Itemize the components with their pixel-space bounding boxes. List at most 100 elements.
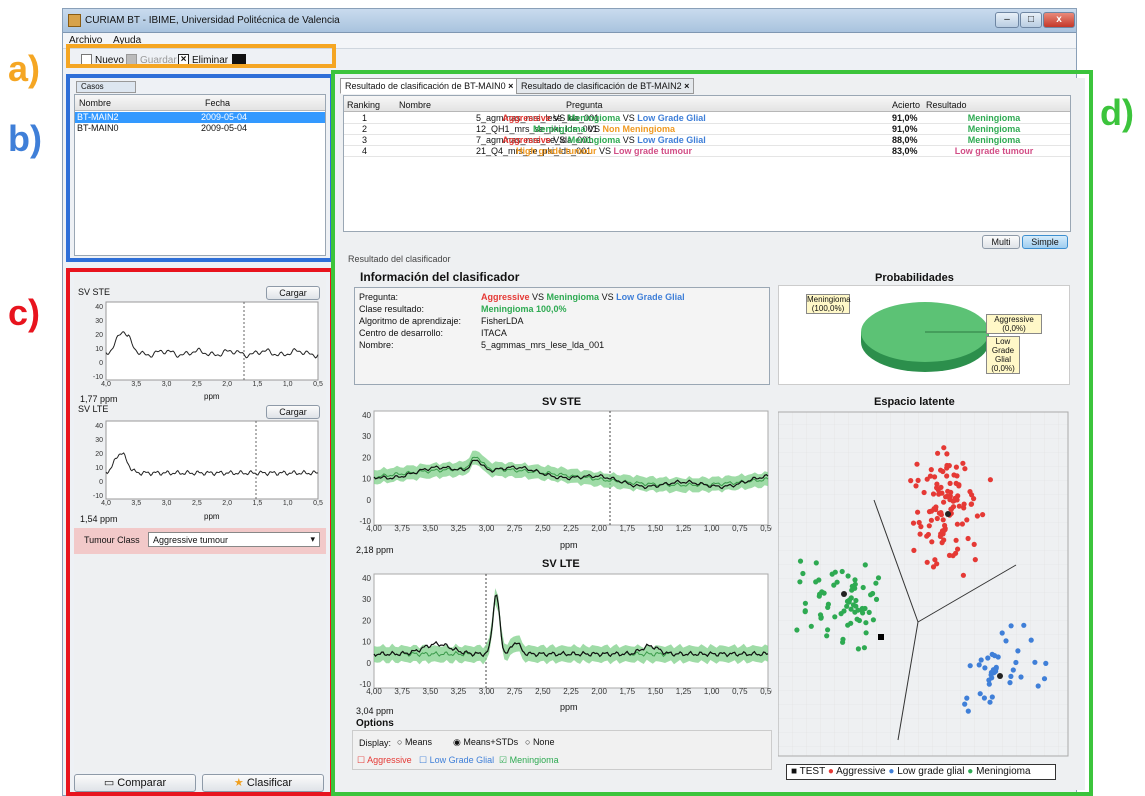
y-tick-label: 0 [99,360,103,367]
radio-means[interactable]: ○ Means [397,737,432,747]
question-part: Low grade tumour [613,146,693,156]
question-part: Meningioma [567,113,621,123]
meningioma-point [824,633,830,639]
aggressive-point [950,553,956,559]
legend-aggressive-icon: ● [827,766,834,777]
lgg-point [1028,637,1034,643]
x-tick-label: 2,5 [192,381,202,388]
tumour-class-select[interactable]: Aggressive tumour ▾ [148,532,320,547]
question-cell: Aggressive VS Meningioma VS Low Grade Gl… [344,135,864,145]
aggressive-point [928,517,934,523]
meningioma-point [862,562,868,568]
aggressive-point [941,499,947,505]
lgg-point [1041,676,1048,682]
aggressive-point [930,491,937,497]
table-row[interactable]: 3 7_agmmas_mrs_se_lda_001 88,0% Aggressive … [344,135,1070,146]
multi-button[interactable]: Multi [982,235,1020,249]
radio-none[interactable]: ○ None [525,737,554,747]
aggressive-point [955,546,961,552]
lgg-point [985,655,991,661]
close-tab-icon[interactable]: × [684,81,689,91]
compare-button[interactable]: ▭ Comparar [74,774,196,792]
tab-result-main2[interactable]: Resultado de clasificación de BT-MAIN2 × [516,78,695,94]
minimize-button[interactable]: – [995,12,1019,28]
close-tab-icon[interactable]: × [508,81,513,91]
simple-button[interactable]: Simple [1022,235,1068,249]
latent-title: Espacio latente [874,396,955,408]
aggressive-point [942,522,948,529]
x-tick-label: 1,25 [676,524,692,533]
latent-space-chart [778,411,1069,757]
ste-title: SV STE [78,287,111,297]
close-button[interactable]: x [1043,12,1075,28]
lgg-point [967,663,973,669]
question-part: Aggressive [502,135,551,145]
aggressive-point [941,445,947,451]
classify-button[interactable]: ★ Clasificar [202,774,324,792]
y-tick-label: 10 [95,346,103,353]
ste-xunit: ppm [204,392,220,401]
table-row[interactable]: BT-MAIN0 2009-05-04 [75,123,325,134]
compare-icon: ▭ [103,777,118,789]
y-tick-label: 30 [362,432,371,441]
aggressive-point [971,496,977,502]
aggressive-point [938,510,944,516]
question-part: Meningioma [567,135,621,145]
result-cell: Low grade tumour [954,146,1034,156]
lgg-point [1015,648,1021,654]
result-cell: Meningioma [967,124,1021,134]
y-tick-label: 20 [95,451,103,458]
tab-result-main0[interactable]: Resultado de clasificación de BT-MAIN0 × [340,78,519,94]
meningioma-point [825,601,831,607]
table-row[interactable]: 4 21_Q4_mrs_se_pki_lda_001 83,0% High grade… [344,146,1070,157]
label-d: d) [1100,92,1134,133]
y-tick-label: 40 [362,574,371,583]
meningioma-point [863,630,869,636]
col-fecha[interactable]: Fecha [205,98,230,108]
y-tick-label: -10 [359,517,371,526]
lgg-point [987,699,993,705]
col-acierto[interactable]: Acierto [892,100,920,110]
col-resultado[interactable]: Resultado [926,100,967,110]
check-aggressive[interactable]: ☐ Aggressive [357,755,412,766]
maximize-button[interactable]: □ [1020,12,1042,28]
meningioma-point [839,568,845,575]
center-label: Centro de desarrollo: [359,328,444,338]
meningioma-point [808,623,814,629]
col-nombre[interactable]: Nombre [79,98,111,108]
pie-chart [861,302,989,372]
test-point [878,634,884,640]
title-bar: CURIAM BT - IBIME, Universidad Politécni… [63,9,1076,33]
table-row[interactable]: 1 5_agmmas_mrs_lese_lda_001 91,0% Aggressiv… [344,113,1070,124]
small-lte-chart: 4,0 3,5 3,0 2,5 2,0 1,5 1,0 0,5 40 30 20 10 0 -10 [93,420,323,507]
lgg-point [989,694,995,700]
big-ste-chart: 4,00 3,75 3,50 3,25 3,00 2,75 2,50 2,25 2,00 1,75… [359,410,772,533]
check-lgg[interactable]: ☐ Low Grade Glial [419,755,494,766]
table-row[interactable]: BT-MAIN2 2009-05-04 [75,112,325,123]
cases-tab[interactable]: Casos [76,81,136,93]
big-lte-title: SV LTE [542,558,580,570]
col-nombre[interactable]: Nombre [399,100,431,110]
question-part: VS [620,113,638,123]
aggressive-point [908,478,914,484]
aggressive-point [945,488,951,494]
lgg-point [1032,659,1038,665]
ranking-table: Ranking Nombre Pregunta Acierto Resultad… [343,95,1071,232]
col-pregunta[interactable]: Pregunta [566,100,603,110]
aggressive-point [928,467,934,473]
algo-value: FisherLDA [481,316,524,326]
x-tick-label: 3,00 [479,687,495,696]
table-row[interactable]: 2 12_QH1_mrs_se_pki_lda_001 91,0% Meningiom… [344,124,1070,135]
meningioma-point [813,560,819,566]
meningioma-point [863,620,869,626]
big-ste-ppm-readout: 2,18 ppm [356,545,394,555]
y-tick-label: 20 [362,453,371,462]
y-tick-label: 0 [367,659,372,668]
radio-means-stds[interactable]: ◉ Means+STDs [453,737,518,748]
meningioma-point [853,597,859,604]
col-ranking[interactable]: Ranking [347,100,380,110]
meningioma-point [852,577,858,583]
aggressive-point [952,495,958,501]
check-meningioma[interactable]: ☑ Meningioma [499,755,559,766]
aggressive-point [941,527,947,534]
